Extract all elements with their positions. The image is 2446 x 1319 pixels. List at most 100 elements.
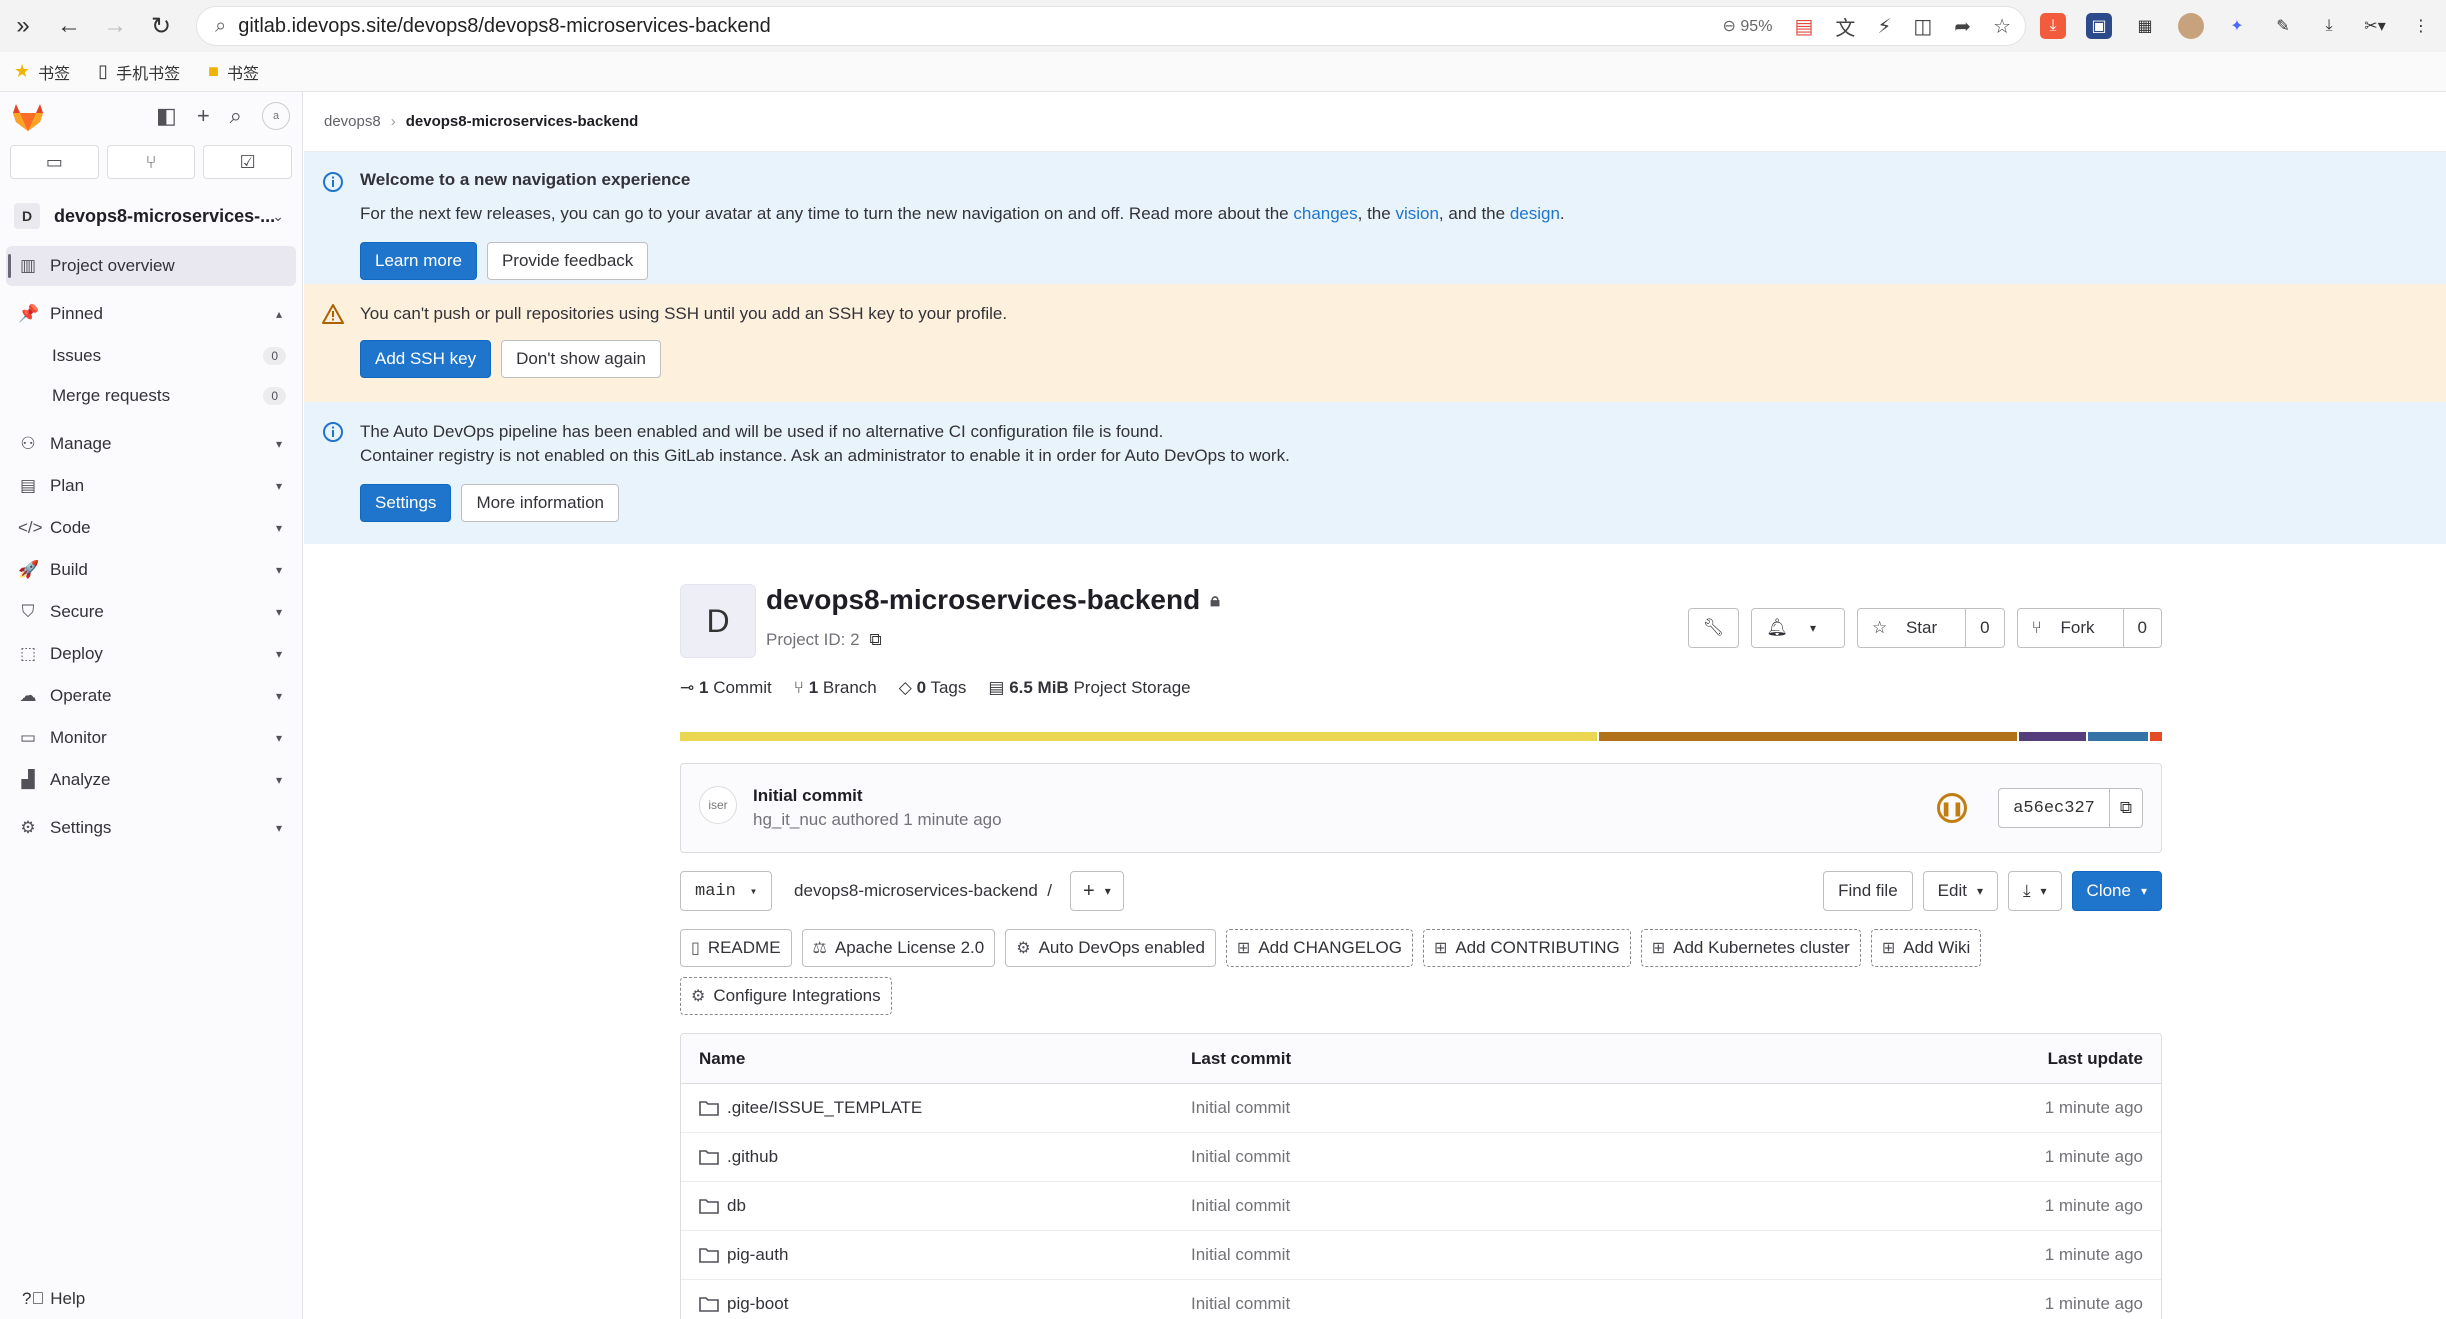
- settings-button[interactable]: Settings: [360, 484, 452, 522]
- bookmark-folder[interactable]: ★ 书签: [14, 60, 70, 84]
- add-changelog-shortcut[interactable]: ⊞ Add CHANGELOG: [1225, 929, 1413, 967]
- repo-path-link[interactable]: devops8-microservices-backend: [794, 881, 1038, 900]
- find-file-button[interactable]: Find file: [1823, 871, 1913, 911]
- download-dropdown[interactable]: ⤓ ▾: [2008, 871, 2062, 911]
- extension-icon[interactable]: ▣: [2086, 13, 2112, 39]
- sidebar-item-secure[interactable]: ⛉ Secure ▾: [6, 592, 296, 632]
- sidebar-item-issues[interactable]: Issues 0: [6, 336, 296, 376]
- admin-button[interactable]: 🔧︎: [1687, 608, 1740, 648]
- table-row[interactable]: db Initial commit 1 minute ago: [681, 1182, 2161, 1231]
- edit-dropdown[interactable]: Edit ▾: [1922, 871, 1998, 911]
- copy-sha-icon[interactable]: ⧉: [2108, 789, 2142, 827]
- sidebar-item-monitor[interactable]: ▭ Monitor ▾: [6, 718, 296, 758]
- add-wiki-shortcut[interactable]: ⊞ Add Wiki: [1870, 929, 1982, 967]
- sidebar-item-manage[interactable]: ⚇ Manage ▾: [6, 424, 296, 464]
- issues-count-button[interactable]: ▭: [10, 145, 99, 179]
- dont-show-again-button[interactable]: Don't show again: [501, 340, 661, 378]
- sidebar-item-operate[interactable]: ☁ Operate ▾: [6, 676, 296, 716]
- add-to-tree-dropdown[interactable]: + ▾: [1070, 871, 1124, 911]
- breadcrumb-project-link[interactable]: devops8-microservices-backend: [406, 113, 639, 130]
- extension-icon[interactable]: ✦: [2224, 13, 2250, 39]
- translate-icon[interactable]: 文: [1835, 12, 1855, 41]
- language-segment[interactable]: [1598, 732, 2018, 741]
- tags-link[interactable]: ◇ 0 Tags: [899, 678, 967, 698]
- add-kubernetes-cluster-shortcut[interactable]: ⊞ Add Kubernetes cluster: [1640, 929, 1861, 967]
- address-bar[interactable]: ⌕ gitlab.idevops.site/devops8/devops8-mi…: [196, 6, 2026, 46]
- sidebar-item-project-overview[interactable]: ▥ Project overview: [6, 246, 296, 286]
- gitlab-logo-icon[interactable]: [12, 102, 44, 132]
- pen-extension-icon[interactable]: ✎: [2270, 13, 2296, 39]
- table-row[interactable]: pig-boot Initial commit 1 minute ago: [681, 1280, 2161, 1319]
- sidebar-item-settings[interactable]: ⚙ Settings ▾: [6, 808, 296, 848]
- notifications-dropdown[interactable]: 🔔︎ ▾: [1751, 608, 1845, 648]
- sidebar-item-plan[interactable]: ▤ Plan ▾: [6, 466, 296, 506]
- pdf-extension-icon[interactable]: ⤓: [2040, 13, 2066, 39]
- add-contributing-shortcut[interactable]: ⊞ Add CONTRIBUTING: [1422, 929, 1631, 967]
- breadcrumb-group-link[interactable]: devops8: [324, 113, 381, 130]
- zoom-indicator[interactable]: ⊖ 95%: [1723, 16, 1773, 36]
- star-bookmark-icon[interactable]: ☆: [1993, 14, 2011, 39]
- file-name-link[interactable]: db: [699, 1196, 746, 1216]
- table-row[interactable]: pig-auth Initial commit 1 minute ago: [681, 1231, 2161, 1280]
- sidebar-toggle-icon[interactable]: ◧: [156, 103, 177, 129]
- file-name-link[interactable]: pig-auth: [699, 1245, 788, 1265]
- file-name-link[interactable]: .github: [699, 1147, 778, 1167]
- row-last-commit-link[interactable]: Initial commit: [1191, 1294, 1290, 1314]
- vision-link[interactable]: vision: [1395, 204, 1438, 223]
- lightning-icon[interactable]: ⚡: [1877, 14, 1891, 39]
- todos-count-button[interactable]: ☑: [203, 145, 293, 179]
- design-link[interactable]: design: [1510, 204, 1560, 223]
- commit-sha[interactable]: a56ec327: [1999, 789, 2109, 827]
- more-menu-icon[interactable]: ⋮: [2408, 13, 2434, 39]
- table-row[interactable]: .github Initial commit 1 minute ago: [681, 1133, 2161, 1182]
- reader-icon[interactable]: ▤: [1794, 14, 1813, 39]
- star-button[interactable]: ☆ Star 0: [1856, 608, 2005, 648]
- add-ssh-key-button[interactable]: Add SSH key: [360, 340, 492, 378]
- sidebar-item-pinned[interactable]: 📌 Pinned ▴: [6, 294, 296, 334]
- qr-extension-icon[interactable]: ▦: [2132, 13, 2158, 39]
- download-icon[interactable]: ⤓: [2316, 13, 2342, 39]
- bookmark-folder[interactable]: ▯ 手机书签: [98, 60, 180, 84]
- back-button[interactable]: ←: [46, 3, 92, 49]
- branch-selector[interactable]: main ▾: [680, 871, 773, 911]
- sidebar-item-build[interactable]: 🚀 Build ▾: [6, 550, 296, 590]
- row-last-commit-link[interactable]: Initial commit: [1191, 1196, 1290, 1216]
- commit-author-avatar[interactable]: iser: [699, 786, 737, 824]
- more-information-button[interactable]: More information: [461, 484, 619, 522]
- commit-title-link[interactable]: Initial commit: [753, 786, 863, 806]
- configure-integrations-shortcut[interactable]: ⚙ Configure Integrations: [680, 977, 892, 1015]
- pipeline-status-icon[interactable]: ❚❚: [1937, 793, 1967, 823]
- repository-languages-bar[interactable]: [680, 732, 2162, 741]
- expand-tabs-icon[interactable]: »: [0, 3, 46, 49]
- bookmark-folder[interactable]: ■ 书签: [208, 60, 259, 84]
- url-text[interactable]: gitlab.idevops.site/devops8/devops8-micr…: [238, 15, 771, 38]
- commit-sha-group[interactable]: a56ec327 ⧉: [1998, 788, 2143, 828]
- provide-feedback-button[interactable]: Provide feedback: [486, 242, 649, 280]
- learn-more-button[interactable]: Learn more: [360, 242, 477, 280]
- star-count[interactable]: 0: [1965, 609, 2003, 647]
- language-segment[interactable]: [680, 732, 1597, 741]
- sidebar-item-code[interactable]: </> Code ▾: [6, 508, 296, 548]
- language-segment[interactable]: [2150, 732, 2162, 741]
- extension-icon[interactable]: [2178, 13, 2204, 39]
- project-switcher[interactable]: D devops8-microservices-... ⌄: [0, 188, 302, 244]
- copy-icon[interactable]: ⧉: [870, 630, 882, 650]
- scissors-icon[interactable]: ✂▾: [2362, 13, 2388, 39]
- avatar[interactable]: a: [262, 102, 290, 130]
- changes-link[interactable]: changes: [1293, 204, 1357, 223]
- clone-dropdown[interactable]: Clone ▾: [2071, 871, 2162, 911]
- file-name-link[interactable]: pig-boot: [699, 1294, 788, 1314]
- reload-button[interactable]: ↻: [138, 3, 184, 49]
- row-last-commit-link[interactable]: Initial commit: [1191, 1098, 1290, 1118]
- sidebar-item-analyze[interactable]: ▟ Analyze ▾: [6, 760, 296, 800]
- fork-button[interactable]: ⑂ Fork 0: [2016, 608, 2162, 648]
- forward-button[interactable]: →: [92, 3, 138, 49]
- help-button[interactable]: ?⃝ Help: [22, 1289, 85, 1309]
- sidebar-item-merge-requests[interactable]: Merge requests 0: [6, 376, 296, 416]
- sidebar-item-deploy[interactable]: ⬚ Deploy ▾: [6, 634, 296, 674]
- search-icon[interactable]: ⌕: [230, 103, 242, 129]
- auto-devops-shortcut[interactable]: ⚙ Auto DevOps enabled: [1005, 929, 1216, 967]
- book-icon[interactable]: ◫: [1913, 14, 1932, 39]
- fork-count[interactable]: 0: [2122, 609, 2161, 647]
- language-segment[interactable]: [2019, 732, 2086, 741]
